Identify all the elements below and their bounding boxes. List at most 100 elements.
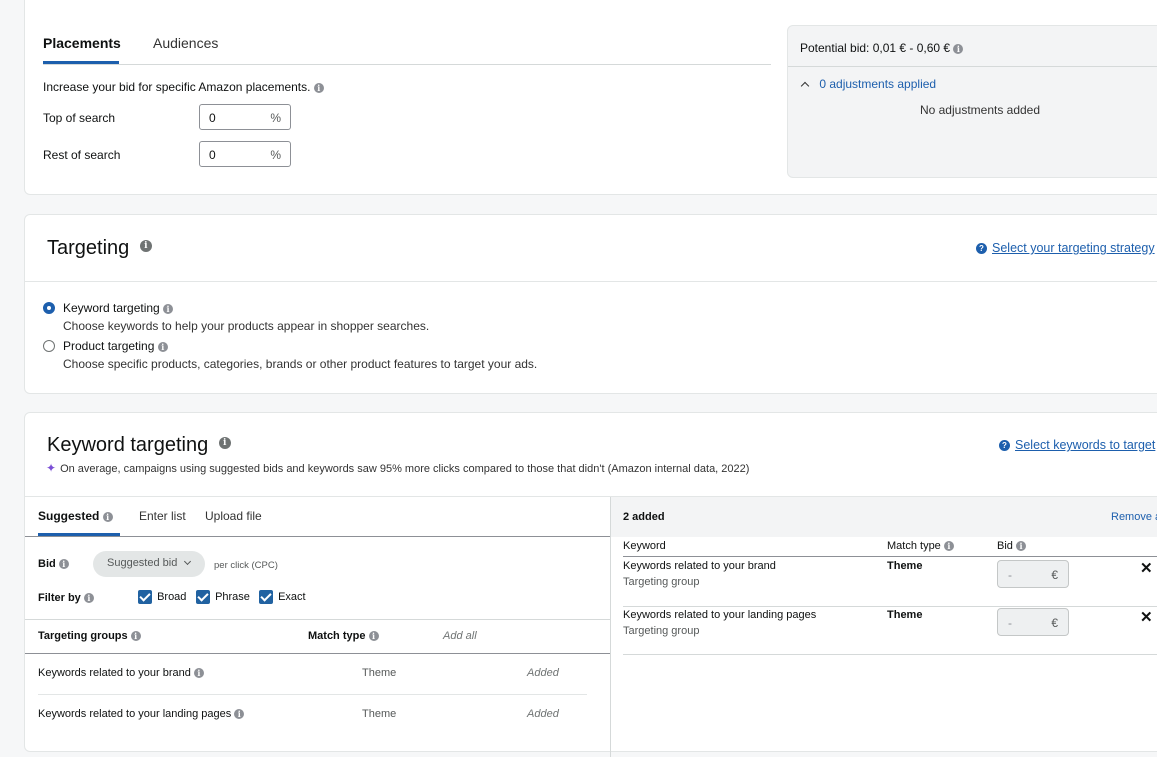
header-targeting-groups-text: Targeting groups [38, 630, 128, 642]
keyword-targeting-title: Keyword targeting i [47, 434, 231, 457]
info-icon[interactable]: i [58, 559, 69, 570]
info-icon[interactable]: i [83, 593, 94, 604]
potential-bid-text: Potential bid: 0,01 € - 0,60 € i [800, 41, 964, 55]
no-adjustments-text: No adjustments added [919, 103, 1041, 117]
info-icon[interactable]: i [139, 239, 152, 252]
exact-label: Exact [278, 590, 306, 603]
header-bid: Bid i [997, 540, 1026, 552]
per-click-text: per click (CPC) [214, 560, 278, 571]
filter-broad[interactable]: Broad [138, 590, 186, 604]
percent-unit: % [270, 148, 281, 162]
info-icon[interactable]: i [157, 341, 168, 352]
keyword-targeting-radio[interactable] [43, 302, 55, 314]
broad-label: Broad [157, 590, 187, 603]
added-row-landing-match: Theme [887, 609, 923, 621]
potential-bid-divider [788, 66, 1157, 67]
bid-type-value: Suggested bid [107, 557, 178, 569]
header-targeting-groups: Targeting groups i [38, 630, 141, 642]
targeting-card: Targeting i ? Select your targeting strat… [24, 214, 1157, 394]
phrase-checkbox[interactable] [196, 590, 210, 604]
info-icon[interactable]: i [943, 541, 954, 552]
suggested-row-brand: Keywords related to your brand i [38, 667, 204, 679]
insight-text: On average, campaigns using suggested bi… [60, 463, 750, 475]
added-row-brand-match: Theme [887, 560, 923, 572]
product-targeting-radio[interactable] [43, 340, 55, 352]
targeting-divider [25, 281, 1157, 282]
added-row-brand-sub: Targeting group [623, 576, 700, 588]
added-row-brand-bid-input[interactable]: - € [997, 560, 1069, 588]
info-icon[interactable]: i [368, 631, 379, 642]
tabs-divider [43, 64, 771, 65]
percent-unit: % [270, 111, 281, 125]
filter-exact[interactable]: Exact [259, 590, 306, 604]
added-row-landing-sub: Targeting group [623, 625, 700, 637]
header-added-match-type: Match type i [887, 540, 954, 552]
targeting-strategy-link[interactable]: ? Select your targeting strategy [976, 241, 1155, 255]
select-keywords-link[interactable]: ? Select keywords to target [999, 438, 1155, 452]
info-icon[interactable]: i [130, 631, 141, 642]
info-icon[interactable]: i [193, 668, 204, 679]
help-icon: ? [976, 243, 987, 255]
tab-placements[interactable]: Placements [43, 35, 121, 51]
targeting-strategy-link-text[interactable]: Select your targeting strategy [992, 241, 1155, 255]
select-keywords-link-text[interactable]: Select keywords to target [1015, 438, 1155, 452]
adjustments-toggle[interactable]: 0 adjustments applied [800, 77, 936, 91]
chevron-down-icon [184, 557, 192, 566]
product-targeting-option[interactable]: Product targeting i [63, 339, 168, 353]
top-of-search-value: 0 [209, 111, 216, 125]
tab-audiences[interactable]: Audiences [153, 35, 218, 51]
added-row-brand-name: Keywords related to your brand [623, 560, 776, 572]
tab-suggested[interactable]: Suggested i [38, 509, 113, 523]
info-icon[interactable]: i [953, 43, 964, 54]
added-header-bar [611, 497, 1157, 537]
rest-of-search-label: Rest of search [43, 148, 121, 162]
remove-row-icon[interactable]: ✕ [1140, 608, 1153, 626]
placements-card: Placements Audiences Increase your bid f… [24, 0, 1157, 195]
filter-divider [25, 619, 610, 620]
row-name: Keywords related to your landing pages [38, 708, 232, 720]
bid-type-dropdown[interactable]: Suggested bid [93, 551, 205, 577]
currency-unit: € [1051, 616, 1058, 630]
header-added-match-type-text: Match type [887, 540, 941, 552]
add-all-button[interactable]: Add all [443, 630, 477, 642]
filter-by-label: Filter by i [38, 592, 94, 604]
row-added-status: Added [527, 708, 559, 720]
rest-of-search-input[interactable]: 0 % [199, 141, 291, 167]
added-row-landing-bid-input[interactable]: - € [997, 608, 1069, 636]
tab-upload-file[interactable]: Upload file [205, 509, 262, 523]
chevron-up-icon [800, 81, 810, 91]
keyword-targeting-card: Keyword targeting i ? Select keywords to … [24, 412, 1157, 757]
broad-checkbox[interactable] [138, 590, 152, 604]
info-icon[interactable]: i [313, 82, 324, 93]
row-name: Keywords related to your brand [38, 667, 191, 679]
keyword-targeting-title-text: Keyword targeting [47, 434, 209, 456]
product-targeting-desc: Choose specific products, categories, br… [63, 357, 538, 371]
tab-suggested-label: Suggested [38, 509, 100, 523]
tab-enter-list[interactable]: Enter list [139, 509, 186, 523]
info-icon[interactable]: i [218, 436, 231, 449]
info-icon[interactable]: i [163, 303, 174, 314]
remove-row-icon[interactable]: ✕ [1140, 559, 1153, 577]
filter-phrase[interactable]: Phrase [196, 590, 250, 604]
added-row-divider [623, 654, 1157, 655]
product-targeting-label: Product targeting [63, 339, 155, 353]
potential-bid-panel: Potential bid: 0,01 € - 0,60 € i 0 adjus… [787, 25, 1157, 178]
bid-label-text: Bid [38, 558, 56, 570]
adjustments-label: 0 adjustments applied [819, 77, 937, 91]
info-icon[interactable]: i [234, 709, 245, 720]
top-of-search-label: Top of search [43, 111, 116, 125]
keyword-targeting-option[interactable]: Keyword targeting i [63, 301, 174, 315]
info-icon[interactable]: i [102, 511, 113, 522]
row-match-type: Theme [362, 667, 397, 679]
exact-checkbox[interactable] [259, 590, 273, 604]
help-icon: ? [999, 440, 1010, 452]
placements-description: Increase your bid for specific Amazon pl… [43, 80, 324, 94]
added-header-divider [623, 556, 1157, 557]
info-icon[interactable]: i [1015, 541, 1026, 552]
insight-banner: ✦ On average, campaigns using suggested b… [46, 461, 749, 475]
sparkle-icon: ✦ [46, 461, 57, 475]
potential-bid-value: Potential bid: 0,01 € - 0,60 € [800, 41, 951, 55]
rest-of-search-value: 0 [209, 148, 216, 162]
remove-all-button[interactable]: Remove a [1111, 511, 1157, 523]
top-of-search-input[interactable]: 0 % [199, 104, 291, 130]
